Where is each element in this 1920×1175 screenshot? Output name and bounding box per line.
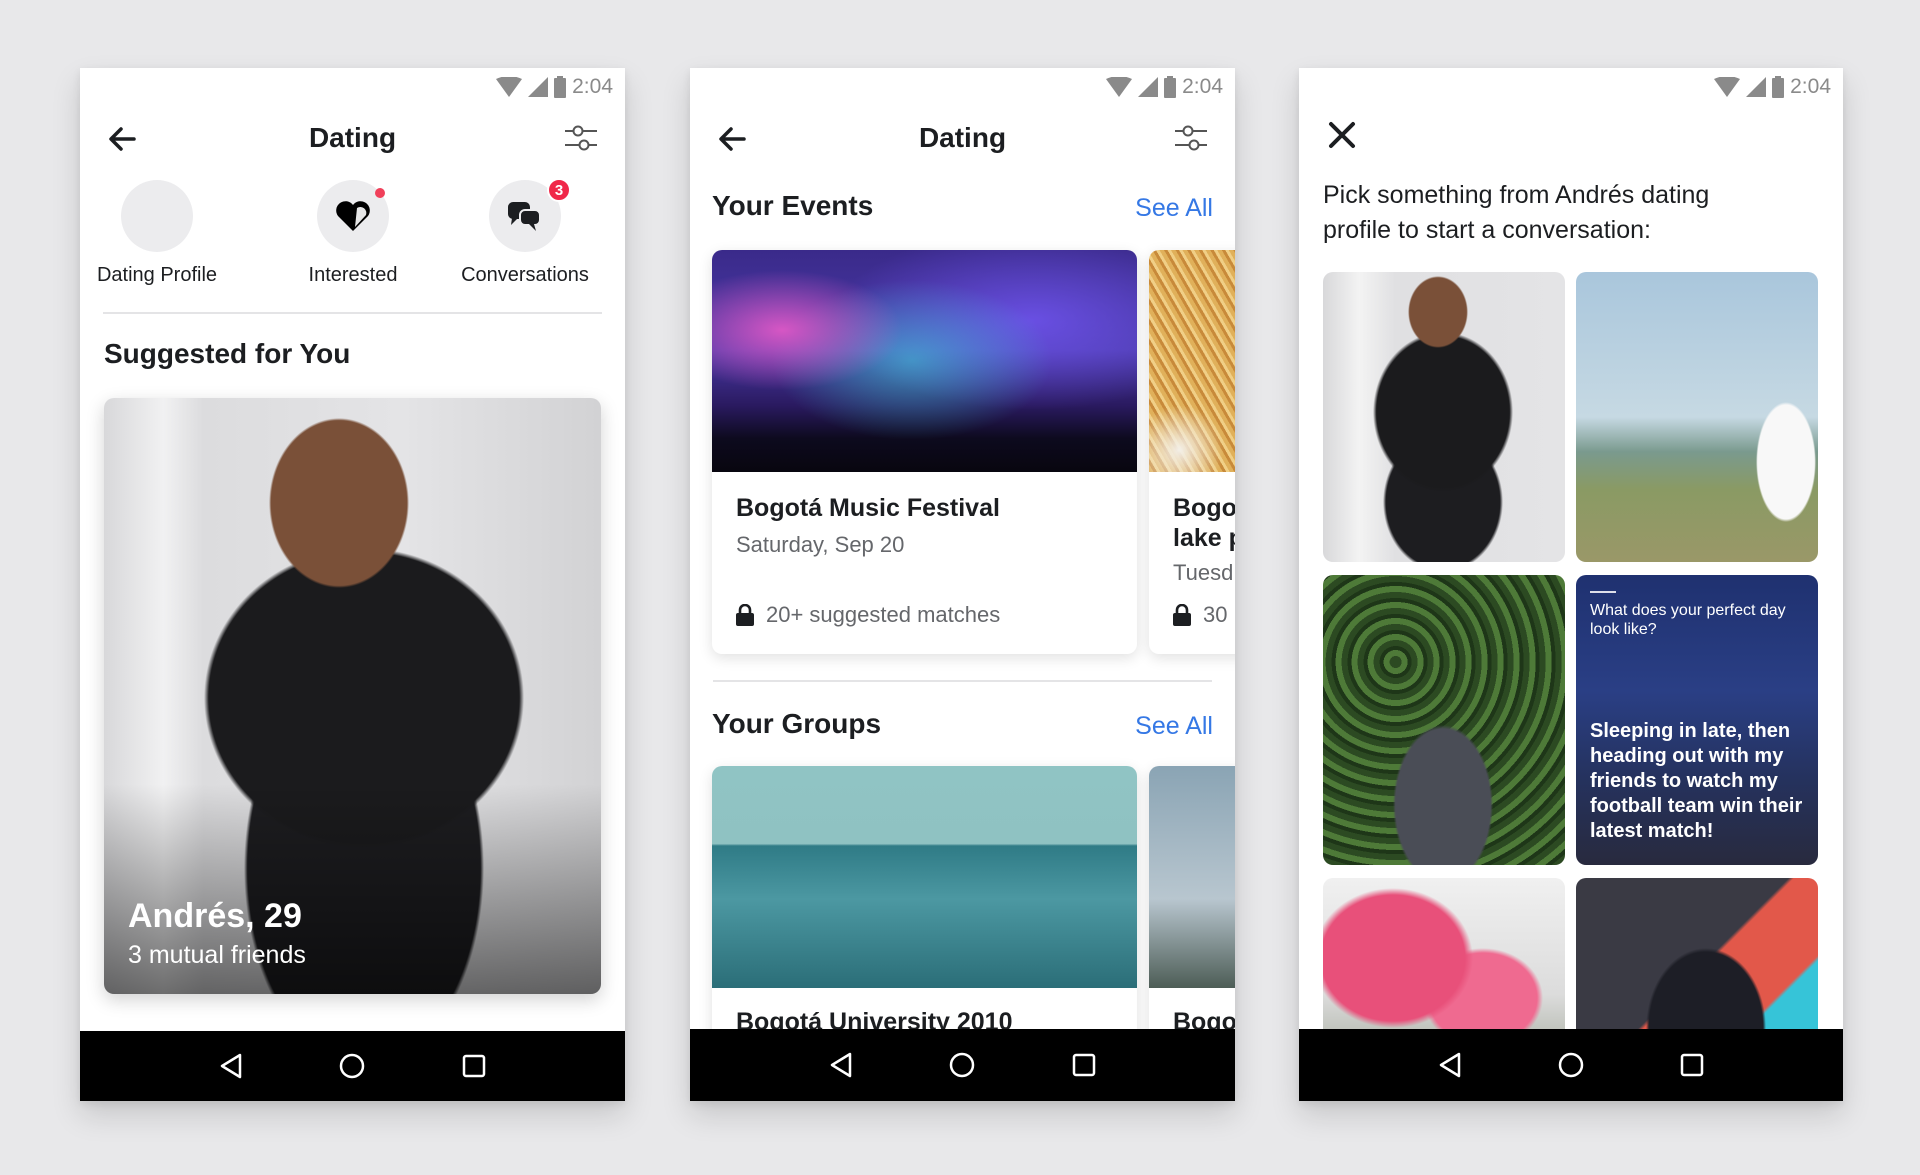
triangle-back-icon	[830, 1052, 852, 1078]
phone-screen-dating-home: 2:04 Dating Dating Profile Interested 3 …	[80, 68, 625, 1101]
battery-icon	[1164, 76, 1177, 98]
shortcut-label: Interested	[308, 264, 398, 286]
phone-screen-events-groups: 2:04 Dating Your Events See All Bogotá M…	[690, 68, 1235, 1101]
event-card[interactable]: Bogo lake p Tuesd 30	[1149, 250, 1235, 654]
status-bar: 2:04	[1714, 68, 1831, 106]
event-card[interactable]: Bogotá Music Festival Saturday, Sep 20 2…	[712, 250, 1137, 654]
nav-back-button[interactable]	[216, 1051, 246, 1081]
event-image	[1149, 250, 1235, 472]
status-time: 2:04	[572, 75, 613, 98]
group-image	[712, 766, 1137, 988]
cellular-signal-icon	[1138, 77, 1159, 97]
lock-icon	[736, 604, 754, 626]
question-rule	[1590, 591, 1616, 593]
square-recents-icon	[1681, 1053, 1704, 1077]
shortcut-dating-profile[interactable]: Dating Profile	[82, 180, 232, 287]
notification-dot	[375, 188, 385, 198]
section-title-groups: Your Groups	[712, 708, 882, 739]
top-bar: Dating	[80, 116, 625, 162]
matches-count: 30	[1203, 602, 1228, 627]
section-title-suggested: Suggested for You	[104, 338, 351, 369]
wifi-icon	[1106, 77, 1133, 97]
page-title: Dating	[918, 122, 1007, 153]
event-image	[712, 250, 1137, 472]
cellular-signal-icon	[1746, 77, 1767, 97]
lock-icon	[1173, 604, 1191, 626]
profile-mutual-friends: 3 mutual friends	[128, 941, 306, 969]
wifi-icon	[496, 77, 523, 97]
profile-name: Andrés, 29	[128, 897, 302, 935]
event-date: Saturday, Sep 20	[736, 532, 905, 557]
event-matches: 20+ suggested matches	[736, 602, 1000, 628]
status-time: 2:04	[1182, 75, 1223, 98]
nav-recents-button[interactable]	[1677, 1050, 1707, 1080]
section-title-events: Your Events	[712, 190, 874, 221]
event-date: Tuesd	[1173, 560, 1234, 585]
event-title-line2: lake p	[1173, 524, 1235, 552]
square-recents-icon	[462, 1054, 486, 1078]
nav-home-button[interactable]	[1556, 1050, 1586, 1080]
status-time: 2:04	[1790, 75, 1831, 98]
suggested-profile-card[interactable]: Andrés, 29 3 mutual friends	[104, 398, 601, 994]
square-recents-icon	[1072, 1053, 1096, 1077]
nav-recents-button[interactable]	[459, 1051, 489, 1081]
status-bar: 2:04	[1106, 68, 1223, 106]
conversation-prompt: Pick something from Andrés dating profil…	[1323, 181, 1710, 244]
profile-question-tile[interactable]: What does your perfect day look like? Sl…	[1576, 575, 1818, 865]
profile-photo-tile[interactable]	[1323, 272, 1565, 562]
phone-screen-start-conversation: 2:04 Pick something from Andrés dating p…	[1299, 68, 1843, 1101]
status-bar: 2:04	[496, 68, 613, 106]
event-matches: 30	[1173, 602, 1227, 628]
group-image	[1149, 766, 1235, 988]
shortcut-row: Dating Profile Interested 3 Conversation…	[80, 178, 625, 300]
heart-icon	[336, 201, 370, 231]
event-title-line1: Bogo	[1173, 494, 1235, 522]
profile-photo-tile[interactable]	[1323, 575, 1565, 865]
circle-home-icon	[340, 1053, 365, 1079]
page-title: Dating	[308, 122, 397, 153]
filter-settings-icon[interactable]	[563, 122, 599, 154]
android-nav-bar	[1299, 1029, 1843, 1101]
wifi-icon	[1714, 77, 1741, 97]
nav-back-button[interactable]	[1435, 1050, 1465, 1080]
avatar	[121, 180, 193, 252]
filter-settings-icon[interactable]	[1173, 122, 1209, 154]
triangle-back-icon	[220, 1053, 242, 1079]
battery-icon	[554, 76, 567, 98]
top-bar: Dating	[690, 116, 1235, 162]
battery-icon	[1772, 76, 1785, 98]
see-all-events-link[interactable]: See All	[1135, 194, 1213, 223]
matches-count: 20+ suggested matches	[766, 602, 1001, 627]
see-all-groups-link[interactable]: See All	[1135, 712, 1213, 741]
shortcut-interested[interactable]: Interested	[278, 180, 428, 287]
nav-home-button[interactable]	[337, 1051, 367, 1081]
divider	[713, 680, 1212, 682]
triangle-back-icon	[1439, 1052, 1460, 1078]
question-text: What does your perfect day look like?	[1590, 602, 1786, 638]
android-nav-bar	[690, 1029, 1235, 1101]
nav-back-button[interactable]	[826, 1050, 856, 1080]
shortcut-conversations[interactable]: 3 Conversations	[450, 178, 600, 287]
interested-icon-circle	[317, 180, 389, 252]
conversations-icon-circle: 3	[489, 178, 571, 252]
circle-home-icon	[1558, 1052, 1584, 1078]
answer-text: Sleeping in late, then heading out with …	[1590, 720, 1803, 842]
unread-count-badge: 3	[547, 178, 571, 202]
nav-recents-button[interactable]	[1069, 1050, 1099, 1080]
event-title: Bogotá Music Festival	[736, 494, 1000, 522]
circle-home-icon	[950, 1052, 975, 1078]
nav-home-button[interactable]	[947, 1050, 977, 1080]
android-nav-bar	[80, 1031, 625, 1101]
shortcut-label: Dating Profile	[96, 264, 218, 286]
close-icon[interactable]	[1327, 120, 1357, 150]
shortcut-label: Conversations	[461, 264, 589, 286]
cellular-signal-icon	[528, 77, 549, 97]
profile-photo-tile[interactable]	[1576, 272, 1818, 562]
divider	[103, 312, 602, 314]
chat-bubbles-icon	[508, 202, 541, 231]
